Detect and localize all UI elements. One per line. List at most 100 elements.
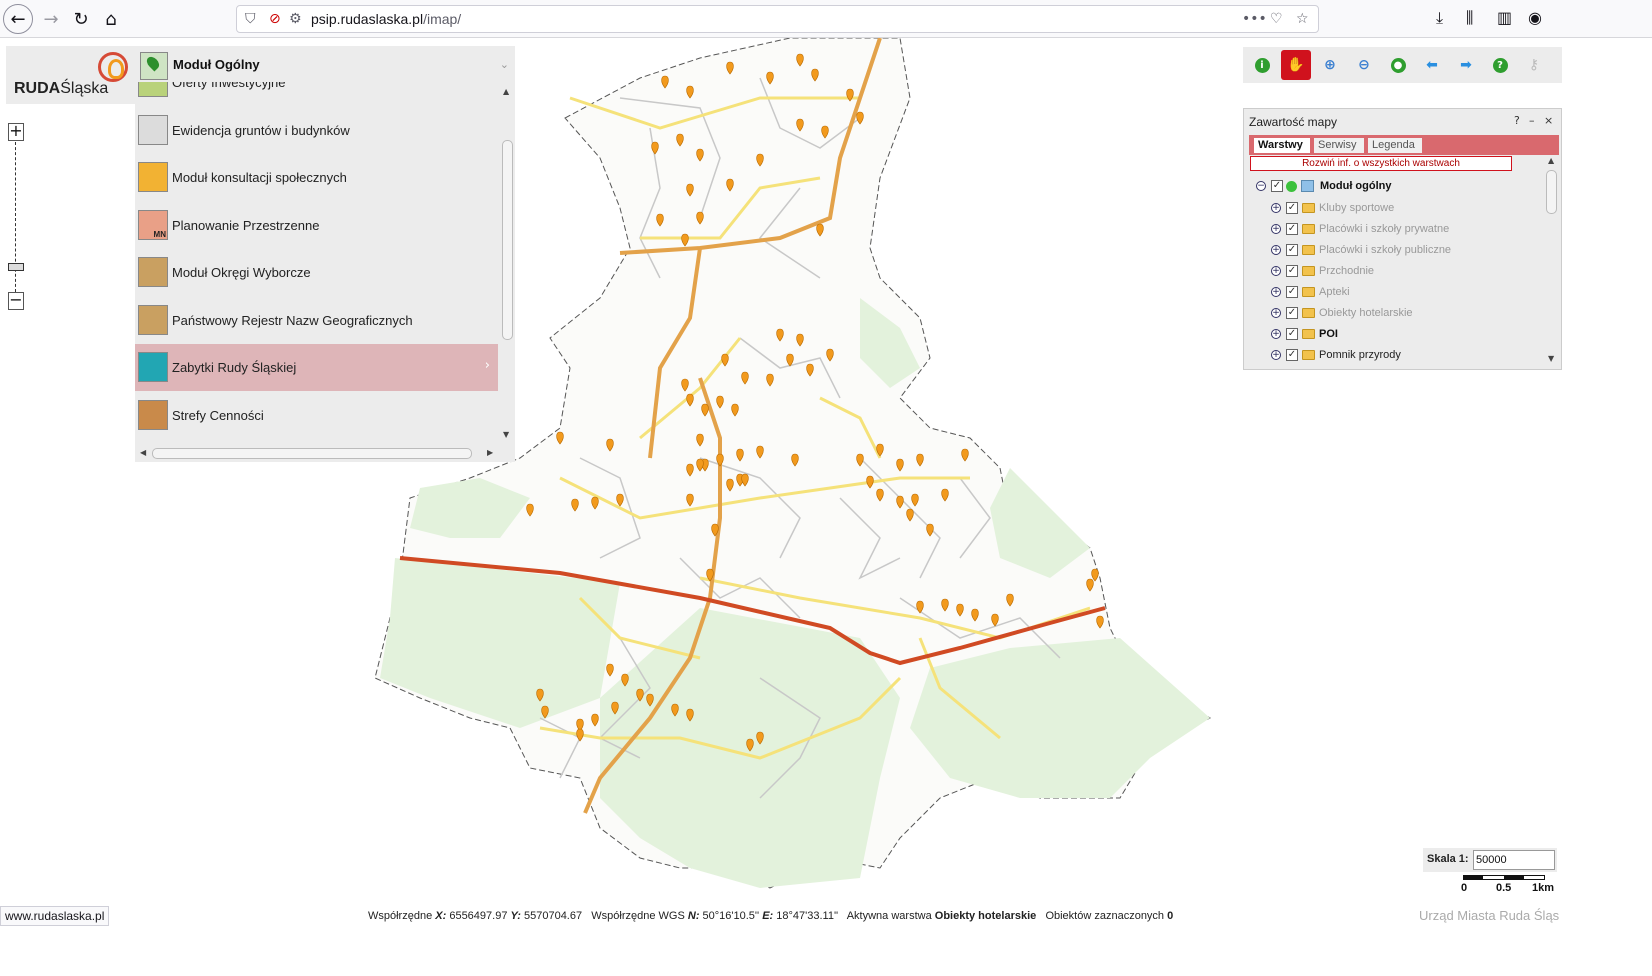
scrollbar-thumb[interactable] <box>1546 170 1557 214</box>
module-item[interactable]: MN Planowanie Przestrzenne <box>135 202 498 249</box>
zoom-in-tool[interactable]: ⊕ <box>1315 50 1345 80</box>
address-bar[interactable]: ⛉ ⊘ ⚙ psip.rudaslaska.pl/imap/ ••• ♡ ☆ <box>236 5 1319 33</box>
layer-label: Apteki <box>1319 286 1350 298</box>
more-icon[interactable]: ••• <box>1242 11 1267 27</box>
zoom-out-button[interactable]: − <box>8 292 24 310</box>
scroll-down-icon[interactable]: ▼ <box>1548 354 1554 363</box>
help-icon[interactable]: ? <box>1514 114 1520 127</box>
tab-legenda[interactable]: Legenda <box>1368 138 1422 153</box>
layer-list-scrollbar[interactable]: ▲ ▼ <box>1545 156 1559 366</box>
expand-icon[interactable]: + <box>1271 308 1281 318</box>
module-list-vertical-scrollbar[interactable]: ▲ ▼ <box>500 82 514 444</box>
layer-checkbox[interactable]: ✓ <box>1286 349 1298 361</box>
minimize-icon[interactable]: – <box>1529 114 1535 127</box>
layer-checkbox[interactable]: ✓ <box>1286 265 1298 277</box>
layer-label: Placówki i szkoły publiczne <box>1319 244 1452 256</box>
module-item[interactable]: Strefy Cenności <box>135 392 498 439</box>
module-item[interactable]: Ewidencja gruntów i budynków <box>135 107 498 154</box>
layer-checkbox[interactable]: ✓ <box>1286 202 1298 214</box>
module-item-label: Moduł Okręgi Wyborcze <box>172 265 311 280</box>
layer-label: Przchodnie <box>1319 265 1375 277</box>
scale-input[interactable] <box>1473 850 1555 870</box>
next-view-tool[interactable]: ➡ <box>1451 50 1481 80</box>
module-item[interactable]: Moduł Okręgi Wyborcze <box>135 249 498 296</box>
tab-serwisy[interactable]: Serwisy <box>1314 138 1364 153</box>
layer-label: Kluby sportowe <box>1319 202 1395 214</box>
zoom-out-tool[interactable]: ⊖ <box>1349 50 1379 80</box>
sidebar-icon[interactable]: ▥ <box>1497 8 1512 27</box>
expand-icon[interactable]: + <box>1271 266 1281 276</box>
permissions-icon[interactable]: ⚙ <box>289 11 302 27</box>
module-item[interactable]: Państwowy Rejestr Nazw Geograficznych <box>135 297 498 344</box>
module-panel: Moduł Ogólny ⌄ Oferty Inwestycyjne Ewiden… <box>135 46 515 462</box>
layer-checkbox[interactable]: ✓ <box>1271 180 1283 192</box>
download-icon[interactable]: ⤓ <box>1436 8 1443 28</box>
arrow-right-icon: ➡ <box>1460 57 1472 73</box>
insecure-lock-icon[interactable]: ⊘ <box>269 11 281 27</box>
zoom-in-button[interactable]: + <box>8 123 24 141</box>
tab-warstwy[interactable]: Warstwy <box>1254 138 1310 153</box>
home-icon[interactable]: ⌂ <box>96 4 126 34</box>
account-icon[interactable]: ◉ <box>1528 8 1542 27</box>
arrow-left-icon: ⬅ <box>1426 57 1438 73</box>
layer-checkbox[interactable]: ✓ <box>1286 328 1298 340</box>
expand-icon[interactable]: + <box>1271 245 1281 255</box>
module-item[interactable]: Moduł konsultacji społecznych <box>135 154 498 201</box>
module-item-label: Planowanie Przestrzenne <box>172 217 320 233</box>
layer-checkbox[interactable]: ✓ <box>1286 223 1298 235</box>
status-green-icon <box>1286 181 1297 192</box>
scroll-left-icon[interactable]: ◀ <box>140 448 146 457</box>
previous-view-tool[interactable]: ⬅ <box>1417 50 1447 80</box>
expand-icon[interactable]: + <box>1271 224 1281 234</box>
reload-icon[interactable]: ↻ <box>66 4 96 34</box>
module-header[interactable]: Moduł Ogólny ⌄ <box>135 46 515 82</box>
help-tool[interactable]: ? <box>1485 50 1515 80</box>
url-text[interactable]: psip.rudaslaska.pl/imap/ <box>311 11 461 27</box>
scrollbar-thumb[interactable] <box>502 140 513 340</box>
library-icon[interactable]: ⫼ <box>1466 8 1473 28</box>
expand-icon[interactable]: + <box>1271 203 1281 213</box>
measure-tool[interactable]: ⚷ <box>1519 50 1549 80</box>
zoom-slider-handle[interactable] <box>8 263 24 271</box>
key-icon: ⚷ <box>1528 57 1540 73</box>
layer-checkbox[interactable]: ✓ <box>1286 286 1298 298</box>
map-pin-icon <box>140 52 168 80</box>
layer-checkbox[interactable]: ✓ <box>1286 307 1298 319</box>
chevron-down-icon[interactable]: ⌄ <box>500 58 509 71</box>
module-item[interactable]: Zabytki Rudy Śląskiej › <box>135 344 498 391</box>
expand-icon[interactable]: + <box>1271 287 1281 297</box>
folder-icon <box>1302 266 1315 276</box>
expand-icon[interactable]: + <box>1271 350 1281 360</box>
module-list-horizontal-scrollbar[interactable]: ◀ ▶ <box>135 446 498 460</box>
scale-tick: 1km <box>1532 882 1555 894</box>
shield-icon[interactable]: ⛉ <box>245 11 256 27</box>
back-icon[interactable]: ← <box>3 4 33 34</box>
layer-label: Obiekty hotelarskie <box>1319 307 1413 319</box>
map-grid-icon <box>138 82 168 97</box>
module-list: Oferty Inwestycyjne Ewidencja gruntów i b… <box>135 82 498 444</box>
layer-checkbox[interactable]: ✓ <box>1286 244 1298 256</box>
city-logo[interactable]: RUDAŚląska <box>6 46 136 104</box>
hand-icon: ✋ <box>1287 57 1305 73</box>
close-icon[interactable]: × <box>1544 114 1553 127</box>
scroll-down-icon[interactable]: ▼ <box>503 430 509 439</box>
folder-icon <box>1302 350 1315 360</box>
pocket-icon[interactable]: ♡ <box>1270 11 1283 27</box>
forward-icon[interactable]: → <box>36 4 66 34</box>
scroll-up-icon[interactable]: ▲ <box>1548 156 1554 165</box>
browser-status-url: www.rudaslaska.pl <box>0 906 110 926</box>
help-icon: ? <box>1492 57 1508 73</box>
scroll-right-icon[interactable]: ▶ <box>487 448 493 457</box>
collapse-icon[interactable]: − <box>1256 181 1266 191</box>
expand-all-layers-button[interactable]: Rozwiń inf. o wszystkich warstwach <box>1250 156 1512 171</box>
module-item[interactable]: Oferty Inwestycyjne <box>135 82 498 106</box>
full-extent-tool[interactable]: ● <box>1383 50 1413 80</box>
info-tool[interactable]: i <box>1247 50 1277 80</box>
pan-tool[interactable]: ✋ <box>1281 50 1311 80</box>
scroll-up-icon[interactable]: ▲ <box>503 87 509 96</box>
chevron-right-icon[interactable]: › <box>485 358 490 373</box>
expand-icon[interactable]: + <box>1271 329 1281 339</box>
scrollbar-thumb[interactable] <box>152 448 472 459</box>
module-item-label: Strefy Cenności <box>172 407 264 423</box>
bookmark-star-icon[interactable]: ☆ <box>1296 11 1309 27</box>
